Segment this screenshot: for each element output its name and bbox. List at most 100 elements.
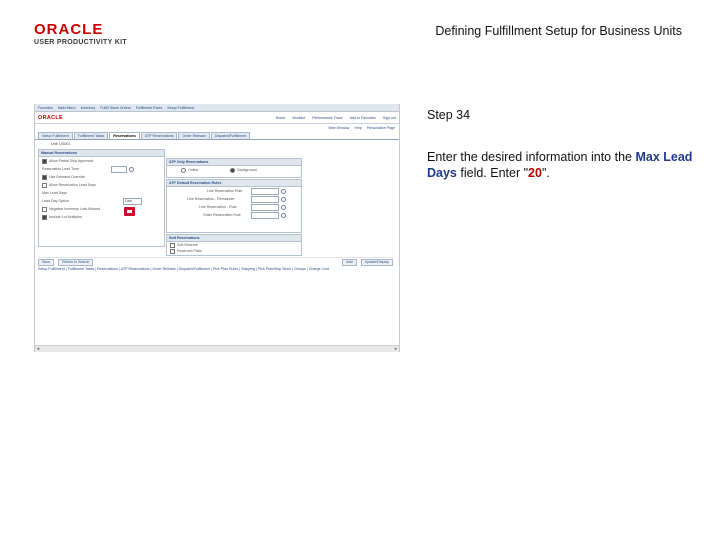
option-row[interactable]: Allow Reservation Lead Days (39, 181, 164, 189)
panel-header: ATP Only Reservations (167, 159, 301, 166)
nav-item[interactable]: Fulfill Stock Orders (100, 106, 130, 110)
rule-row: Line Reservation Rule (167, 187, 301, 195)
lookup-icon[interactable] (281, 213, 286, 218)
rule-row: Line Reservation - Rule (167, 203, 301, 211)
nav-item[interactable]: Fulfillment Rules (136, 106, 163, 110)
rule-label: Line Reservation Rule (207, 189, 243, 193)
tab-dispatch[interactable]: Dispatch/Fulfillment (210, 132, 251, 139)
lookup-icon[interactable] (281, 197, 286, 202)
option-label: Reserved Picks (177, 249, 202, 253)
option-row: Reservation Lead Time (39, 165, 164, 173)
page-link[interactable]: Personalize Page (367, 126, 395, 130)
radio-background[interactable] (230, 167, 236, 173)
header-link[interactable]: Add to Favorites (350, 116, 376, 120)
atp-only-panel: ATP Only Reservations Online Background (166, 158, 302, 178)
instruction-value: 20 (528, 166, 542, 180)
nav-item[interactable]: Main Menu (58, 106, 76, 110)
soft-reservations-panel: Soft Reservations Soft Reserve Reserved … (166, 234, 302, 256)
header-link[interactable]: Worklist (292, 116, 305, 120)
business-unit-label: Unit: US001 (51, 142, 71, 146)
scroll-right-icon[interactable]: ▸ (393, 346, 399, 352)
checkbox[interactable] (170, 242, 175, 248)
option-label: Include Lot Multiples (49, 215, 82, 219)
option-row[interactable]: Reserved Picks (167, 248, 301, 254)
atp-default-rules-panel: ATP Default Reservation Rules Line Reser… (166, 179, 302, 233)
checkbox[interactable] (42, 182, 47, 188)
add-button[interactable]: Add (342, 258, 357, 266)
checkbox[interactable] (170, 248, 175, 254)
tab-fulfillment-tasks[interactable]: Fulfillment Tasks (73, 132, 109, 139)
lookup-icon[interactable] (281, 205, 286, 210)
page-links: New Window Help Personalize Page (35, 124, 399, 131)
page-title: Defining Fulfillment Setup for Business … (435, 24, 682, 38)
app-header: ORACLE Home Worklist Performance Trace A… (35, 112, 399, 124)
option-row[interactable]: Use Demand Override (39, 173, 164, 181)
rule-input[interactable] (251, 204, 279, 211)
tab-atp-reservations[interactable]: ATP Reservations (140, 132, 178, 139)
bottom-page-links[interactable]: Setup Fulfillment | Fulfillment Tasks | … (38, 267, 398, 271)
checkbox[interactable] (42, 214, 47, 220)
max-lead-days-input[interactable] (124, 207, 135, 216)
header-link[interactable]: Sign out (383, 116, 396, 120)
lookup-icon[interactable] (129, 167, 134, 172)
oracle-logo: ORACLE USER PRODUCTIVITY KIT (34, 22, 154, 46)
manual-reservations-panel: Manual Reservations Allow Partial Ship A… (38, 149, 165, 247)
nav-item[interactable]: Favorites (38, 106, 53, 110)
page-link[interactable]: Help (354, 126, 361, 130)
option-label: Soft Reserve (177, 243, 198, 247)
checkbox[interactable] (42, 158, 47, 164)
scroll-left-icon[interactable]: ◂ (35, 346, 41, 352)
update-display-button[interactable]: Update/Display (360, 258, 393, 266)
lead-time-input[interactable] (111, 166, 127, 173)
option-row[interactable]: Allow Partial Ship Approved (39, 157, 164, 165)
rule-input[interactable] (251, 212, 279, 219)
option-label: Use Demand Override (49, 175, 85, 179)
option-label: Max Lead Days (42, 191, 67, 195)
option-label: Lead Day Option (42, 199, 69, 203)
tab-strip: Setup Fulfillment Fulfillment Tasks Rese… (35, 131, 399, 140)
nav-breadcrumb: Favorites Main Menu Inventory Fulfill St… (35, 104, 399, 112)
radio-label: Background (237, 168, 257, 172)
rule-row: Order Reservation Rule (167, 211, 301, 219)
radio-online[interactable] (181, 167, 186, 173)
rule-label: Line Reservation - Rule (199, 205, 237, 209)
option-label: Allow Partial Ship Approved (49, 159, 94, 163)
option-label: Allow Reservation Lead Days (49, 183, 96, 187)
rule-input[interactable] (251, 188, 279, 195)
panel-header: Soft Reservations (167, 235, 301, 242)
option-row[interactable]: Negative Inventory Lots Allowed (39, 205, 164, 213)
header-links: Home Worklist Performance Trace Add to F… (276, 116, 396, 120)
return-to-search-button[interactable]: Return to Search (58, 258, 94, 266)
button-bar: Save Return to Search Add Update/Display (38, 257, 393, 266)
panel-header: Manual Reservations (39, 150, 164, 157)
option-row: Lead Day Option Date (39, 197, 164, 205)
page-link[interactable]: New Window (328, 126, 349, 130)
option-label: Negative Inventory Lots Allowed (49, 207, 101, 211)
tab-order-release[interactable]: Order Release (178, 132, 210, 139)
app-logo: ORACLE (38, 114, 64, 121)
step-instruction: Enter the desired information into the M… (427, 149, 697, 181)
nav-item[interactable]: Setup Fulfillment (167, 106, 194, 110)
tab-setup-fulfillment[interactable]: Setup Fulfillment (38, 132, 73, 139)
step-title: Step 34 (427, 108, 471, 122)
rule-row: Line Reservation - Remainder (167, 195, 301, 203)
checkbox[interactable] (42, 206, 47, 212)
tab-reservations[interactable]: Reservations (109, 132, 140, 139)
radio-row: Online Background (167, 166, 301, 174)
logo-subtitle: USER PRODUCTIVITY KIT (34, 39, 127, 46)
panel-header: ATP Default Reservation Rules (167, 180, 301, 187)
header-link[interactable]: Home (276, 116, 286, 120)
app-screenshot: Favorites Main Menu Inventory Fulfill St… (34, 104, 400, 352)
checkbox[interactable] (42, 174, 47, 180)
rule-input[interactable] (251, 196, 279, 203)
header-link[interactable]: Performance Trace (312, 116, 343, 120)
instruction-text: field. Enter " (456, 166, 529, 180)
lead-day-option-select[interactable]: Date (123, 198, 142, 205)
save-button[interactable]: Save (38, 258, 55, 266)
instruction-text: ". (541, 166, 550, 180)
horizontal-scrollbar[interactable]: ◂ ▸ (35, 345, 399, 352)
radio-label: Online (188, 168, 199, 172)
option-row[interactable]: Include Lot Multiples (39, 213, 164, 221)
lookup-icon[interactable] (281, 189, 286, 194)
nav-item[interactable]: Inventory (81, 106, 96, 110)
